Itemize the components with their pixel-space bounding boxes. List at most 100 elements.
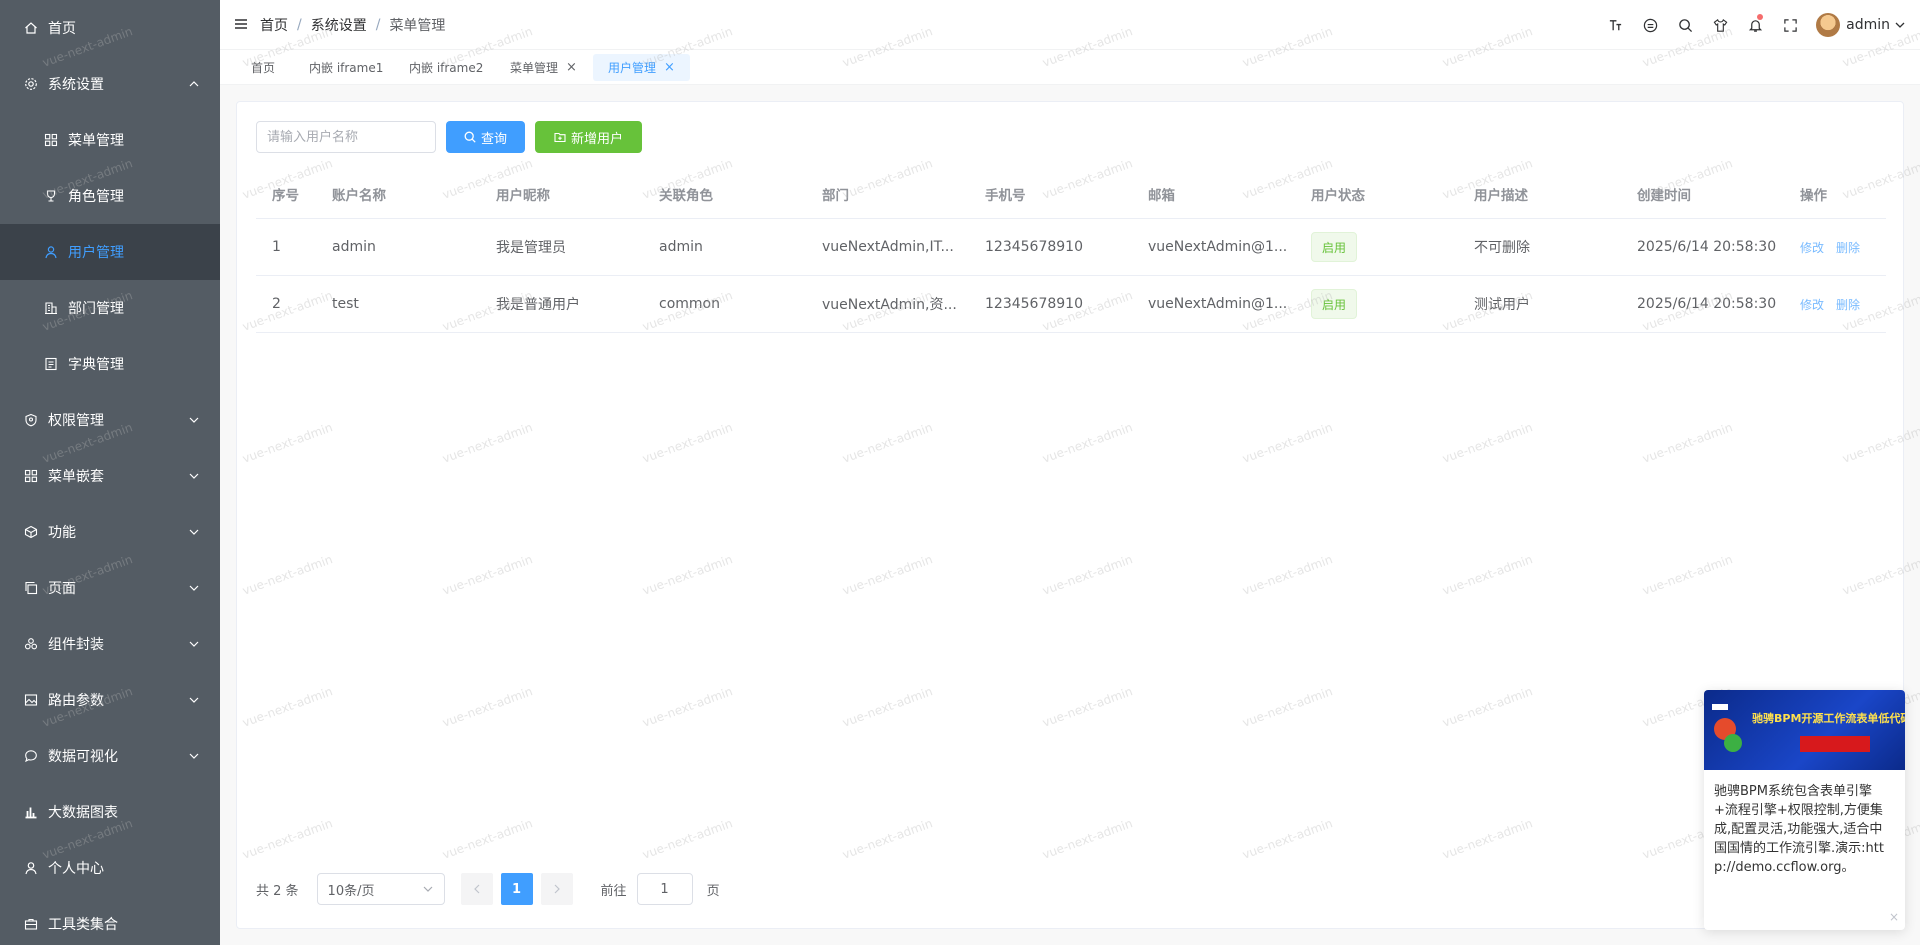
menu-collapse-icon[interactable] — [234, 17, 248, 31]
delete-user-link[interactable]: 删除 — [1836, 296, 1860, 313]
column-header: 手机号 — [985, 187, 1026, 204]
gear-icon — [24, 77, 38, 91]
sidebar-item[interactable]: 路由参数 — [0, 672, 220, 728]
edit-user-link[interactable]: 修改 — [1800, 296, 1824, 313]
sidebar-item-label: 功能 — [48, 525, 76, 541]
tab-item[interactable]: 用户管理 × — [593, 54, 690, 81]
ad-banner-image[interactable]: 驰骋BPM开源工作流表单低代码开发平台 — [1704, 690, 1905, 770]
sidebar-item-label: 数据可视化 — [48, 749, 118, 765]
tab-item[interactable]: 内嵌 iframe1 — [294, 54, 398, 81]
sidebar-item[interactable]: 菜单嵌套 — [0, 448, 220, 504]
ad-popup[interactable]: 驰骋BPM开源工作流表单低代码开发平台 驰骋BPM系统包含表单引擎+流程引擎+权… — [1704, 690, 1905, 930]
building-icon — [44, 301, 58, 315]
add-user-button-label: 新增用户 — [570, 131, 623, 147]
grid-icon — [24, 469, 38, 483]
edit-user-link[interactable]: 修改 — [1800, 239, 1824, 256]
sidebar-item[interactable]: 字典管理 — [0, 336, 220, 392]
sidebar-item[interactable]: 系统设置 — [0, 56, 220, 112]
page-jumper: 前往 1 页 — [601, 873, 720, 905]
sidebar-item[interactable]: 数据可视化 — [0, 728, 220, 784]
breadcrumb-separator: / — [297, 17, 302, 33]
page-size-value: 10条/页 — [327, 883, 375, 899]
user-name-search-input[interactable] — [256, 121, 436, 153]
breadcrumb-item-system[interactable]: 系统设置 — [311, 15, 367, 35]
prev-page-button[interactable] — [460, 873, 493, 905]
add-user-button[interactable]: 新增用户 — [535, 121, 642, 153]
table-cell-nickname: 我是普通用户 — [496, 297, 580, 313]
sidebar: 首页 系统设置 菜单管理 角色管理 用户管理 部门管理 字典管理 权限管理 菜单嵌套功能页面组件… — [0, 0, 220, 945]
header-tools: admin — [1598, 0, 1920, 50]
column-header: 部门 — [822, 187, 849, 204]
sidebar-item[interactable]: 个人中心 — [0, 840, 220, 896]
operations-cell: 修改 删除 — [1800, 276, 1872, 332]
query-button[interactable]: 查询 — [446, 121, 525, 153]
table-cell-account: admin — [332, 239, 376, 255]
table-cell-role: admin — [659, 239, 703, 255]
column-header: 创建时间 — [1637, 187, 1691, 204]
close-icon[interactable]: × — [664, 60, 675, 75]
tab-label: 菜单管理 — [510, 61, 559, 75]
chevron-down-icon — [1895, 22, 1905, 28]
tab-label: 内嵌 iframe2 — [409, 61, 484, 75]
sidebar-item[interactable]: 首页 — [0, 0, 220, 56]
palette-icon[interactable] — [1633, 0, 1668, 50]
breadcrumb-item-current: 菜单管理 — [389, 18, 446, 34]
person-icon — [24, 861, 38, 875]
sidebar-item[interactable]: 用户管理 — [0, 224, 220, 280]
briefcase-icon — [24, 917, 38, 931]
goto-page-input[interactable]: 1 — [636, 873, 693, 905]
delete-user-link[interactable]: 删除 — [1836, 239, 1860, 256]
user-icon — [44, 245, 58, 259]
shirt-icon[interactable] — [1703, 0, 1738, 50]
tab-item[interactable]: 内嵌 iframe2 — [394, 54, 498, 81]
next-page-button[interactable] — [540, 873, 573, 905]
column-header: 邮箱 — [1148, 187, 1175, 204]
column-header: 账户名称 — [332, 187, 386, 204]
column-header: 用户描述 — [1474, 187, 1528, 204]
sidebar-item[interactable]: 部门管理 — [0, 280, 220, 336]
table-cell-account: test — [332, 296, 359, 312]
sidebar-item[interactable]: 功能 — [0, 504, 220, 560]
tab-item[interactable]: 首页 — [236, 54, 290, 81]
status-badge: 启用 — [1311, 289, 1358, 319]
chevron-down-icon — [188, 526, 200, 538]
trophy-icon — [44, 189, 58, 203]
table-cell-email: vueNextAdmin@1... — [1148, 296, 1288, 312]
column-header: 关联角色 — [659, 187, 713, 204]
operations-cell: 修改 删除 — [1800, 219, 1872, 275]
chevron-down-icon — [188, 470, 200, 482]
page-number-current[interactable]: 1 — [500, 873, 533, 905]
folder-add-icon — [554, 132, 566, 143]
sidebar-item[interactable]: 工具类集合 — [0, 896, 220, 945]
sidebar-item-label: 组件封装 — [48, 637, 104, 653]
table-cell-index: 2 — [272, 296, 281, 312]
breadcrumb-item-home[interactable]: 首页 — [260, 15, 288, 35]
table-cell-email: vueNextAdmin@1... — [1148, 239, 1288, 255]
user-dropdown[interactable]: admin — [1808, 13, 1920, 37]
page-size-select[interactable]: 10条/页 — [316, 873, 445, 905]
search-icon[interactable] — [1668, 0, 1703, 50]
sidebar-item[interactable]: 菜单管理 — [0, 112, 220, 168]
ad-banner-title: 驰骋BPM开源工作流表单低代码开发平台 — [1752, 712, 1905, 725]
tab-label: 内嵌 iframe1 — [309, 61, 384, 75]
bell-icon[interactable] — [1738, 0, 1773, 50]
table-cell-created: 2025/6/14 20:58:30 — [1637, 239, 1777, 255]
sidebar-item[interactable]: 角色管理 — [0, 168, 220, 224]
sidebar-item[interactable]: 权限管理 — [0, 392, 220, 448]
sidebar-item[interactable]: 大数据图表 — [0, 784, 220, 840]
sidebar-item-label: 个人中心 — [48, 861, 104, 877]
sidebar-item[interactable]: 组件封装 — [0, 616, 220, 672]
table-cell-phone: 12345678910 — [985, 296, 1083, 312]
chat-icon — [24, 749, 38, 763]
sidebar-item-label: 工具类集合 — [48, 917, 118, 933]
font-size-icon[interactable] — [1598, 0, 1633, 50]
ad-close-button[interactable]: × — [1889, 910, 1899, 924]
tab-item[interactable]: 菜单管理 × — [495, 54, 592, 81]
table-cell-created: 2025/6/14 20:58:30 — [1637, 296, 1777, 312]
sidebar-item[interactable]: 页面 — [0, 560, 220, 616]
fullscreen-icon[interactable] — [1773, 0, 1808, 50]
close-icon[interactable]: × — [566, 60, 577, 75]
table-cell-desc: 不可删除 — [1474, 240, 1530, 256]
chevron-down-icon — [188, 750, 200, 762]
ad-logo — [1712, 704, 1728, 710]
